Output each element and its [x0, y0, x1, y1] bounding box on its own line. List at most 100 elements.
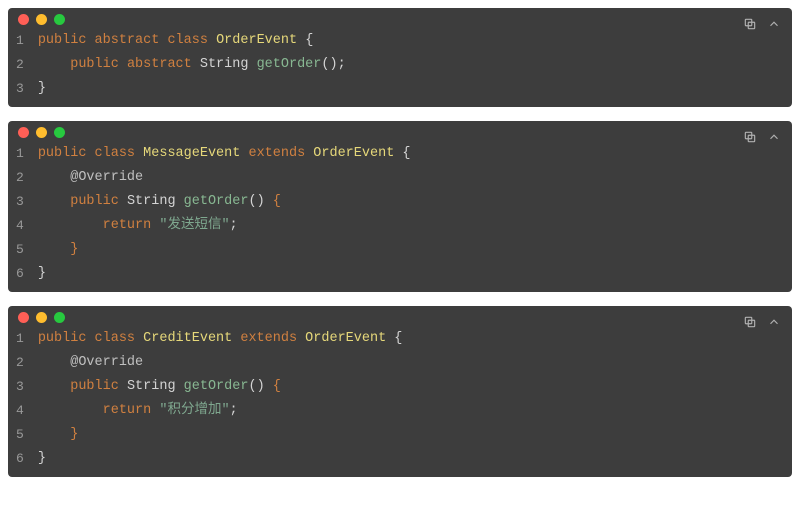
- code-token: }: [38, 81, 46, 96]
- code-token: [38, 355, 70, 370]
- code-token: (): [248, 194, 272, 209]
- red-dot-icon: [18, 312, 29, 323]
- code-token: [38, 57, 70, 72]
- yellow-dot-icon: [36, 127, 47, 138]
- code-block-header: [8, 306, 792, 323]
- line-number: 6: [16, 262, 24, 286]
- green-dot-icon: [54, 14, 65, 25]
- code-block-header: [8, 8, 792, 25]
- copy-icon[interactable]: [742, 16, 758, 32]
- code-line: @Override: [38, 351, 792, 375]
- code-token: @Override: [70, 170, 143, 185]
- code-block-actions: [742, 16, 782, 32]
- code-token: }: [38, 451, 46, 466]
- code-token: extends: [240, 331, 305, 346]
- code-token: public: [38, 146, 95, 161]
- line-number: 6: [16, 447, 24, 471]
- code-token: @Override: [70, 355, 143, 370]
- code-lines: public class MessageEvent extends OrderE…: [38, 142, 792, 286]
- code-token: {: [394, 331, 402, 346]
- line-number: 2: [16, 351, 24, 375]
- code-token: public: [70, 194, 127, 209]
- code-token: }: [70, 427, 78, 442]
- line-number: 3: [16, 375, 24, 399]
- code-token: MessageEvent: [143, 146, 248, 161]
- code-line: return "积分增加";: [38, 399, 792, 423]
- code-token: ();: [321, 57, 345, 72]
- code-line: public String getOrder() {: [38, 190, 792, 214]
- code-line: public abstract class OrderEvent {: [38, 29, 792, 53]
- code-token: CreditEvent: [143, 331, 240, 346]
- yellow-dot-icon: [36, 312, 47, 323]
- line-number: 1: [16, 327, 24, 351]
- line-number: 5: [16, 238, 24, 262]
- line-number: 5: [16, 423, 24, 447]
- code-token: OrderEvent: [305, 331, 394, 346]
- line-number: 4: [16, 399, 24, 423]
- code-token: class: [167, 33, 216, 48]
- code-token: ;: [230, 403, 238, 418]
- line-number: 2: [16, 53, 24, 77]
- line-numbers: 123: [8, 29, 38, 101]
- code-token: public: [38, 33, 95, 48]
- code-token: public: [70, 57, 127, 72]
- code-token: public: [70, 379, 127, 394]
- code-block-actions: [742, 314, 782, 330]
- code-token: {: [273, 379, 281, 394]
- code-token: [38, 194, 70, 209]
- code-line: }: [38, 447, 792, 471]
- code-line: }: [38, 77, 792, 101]
- copy-icon[interactable]: [742, 314, 758, 330]
- code-token: ;: [230, 218, 238, 233]
- red-dot-icon: [18, 14, 29, 25]
- code-line: public String getOrder() {: [38, 375, 792, 399]
- code-token: extends: [248, 146, 313, 161]
- code-token: String: [200, 57, 257, 72]
- code-token: OrderEvent: [216, 33, 305, 48]
- code-token: class: [95, 331, 144, 346]
- collapse-icon[interactable]: [766, 16, 782, 32]
- code-token: String: [127, 194, 184, 209]
- code-token: [38, 427, 70, 442]
- code-token: public: [38, 331, 95, 346]
- code-token: [38, 403, 103, 418]
- line-number: 2: [16, 166, 24, 190]
- code-token: abstract: [127, 57, 200, 72]
- code-body: 123public abstract class OrderEvent { pu…: [8, 25, 792, 107]
- code-token: return: [103, 403, 160, 418]
- yellow-dot-icon: [36, 14, 47, 25]
- code-line: }: [38, 423, 792, 447]
- line-number: 4: [16, 214, 24, 238]
- line-number: 3: [16, 190, 24, 214]
- code-block: 123456public class MessageEvent extends …: [8, 121, 792, 292]
- code-block: 123456public class CreditEvent extends O…: [8, 306, 792, 477]
- line-numbers: 123456: [8, 327, 38, 471]
- code-line: public class CreditEvent extends OrderEv…: [38, 327, 792, 351]
- line-numbers: 123456: [8, 142, 38, 286]
- code-token: }: [70, 242, 78, 257]
- code-token: [38, 242, 70, 257]
- code-block: 123public abstract class OrderEvent { pu…: [8, 8, 792, 107]
- code-token: }: [38, 266, 46, 281]
- code-line: }: [38, 262, 792, 286]
- code-token: String: [127, 379, 184, 394]
- traffic-lights: [18, 312, 65, 323]
- code-token: getOrder: [257, 57, 322, 72]
- code-line: @Override: [38, 166, 792, 190]
- code-token: OrderEvent: [313, 146, 402, 161]
- collapse-icon[interactable]: [766, 314, 782, 330]
- collapse-icon[interactable]: [766, 129, 782, 145]
- code-token: (): [248, 379, 272, 394]
- line-number: 1: [16, 142, 24, 166]
- code-token: return: [103, 218, 160, 233]
- code-token: abstract: [95, 33, 168, 48]
- code-block-header: [8, 121, 792, 138]
- code-token: "发送短信": [159, 218, 229, 233]
- code-token: [38, 218, 103, 233]
- line-number: 1: [16, 29, 24, 53]
- code-token: {: [402, 146, 410, 161]
- code-token: {: [305, 33, 313, 48]
- code-token: getOrder: [184, 379, 249, 394]
- red-dot-icon: [18, 127, 29, 138]
- copy-icon[interactable]: [742, 129, 758, 145]
